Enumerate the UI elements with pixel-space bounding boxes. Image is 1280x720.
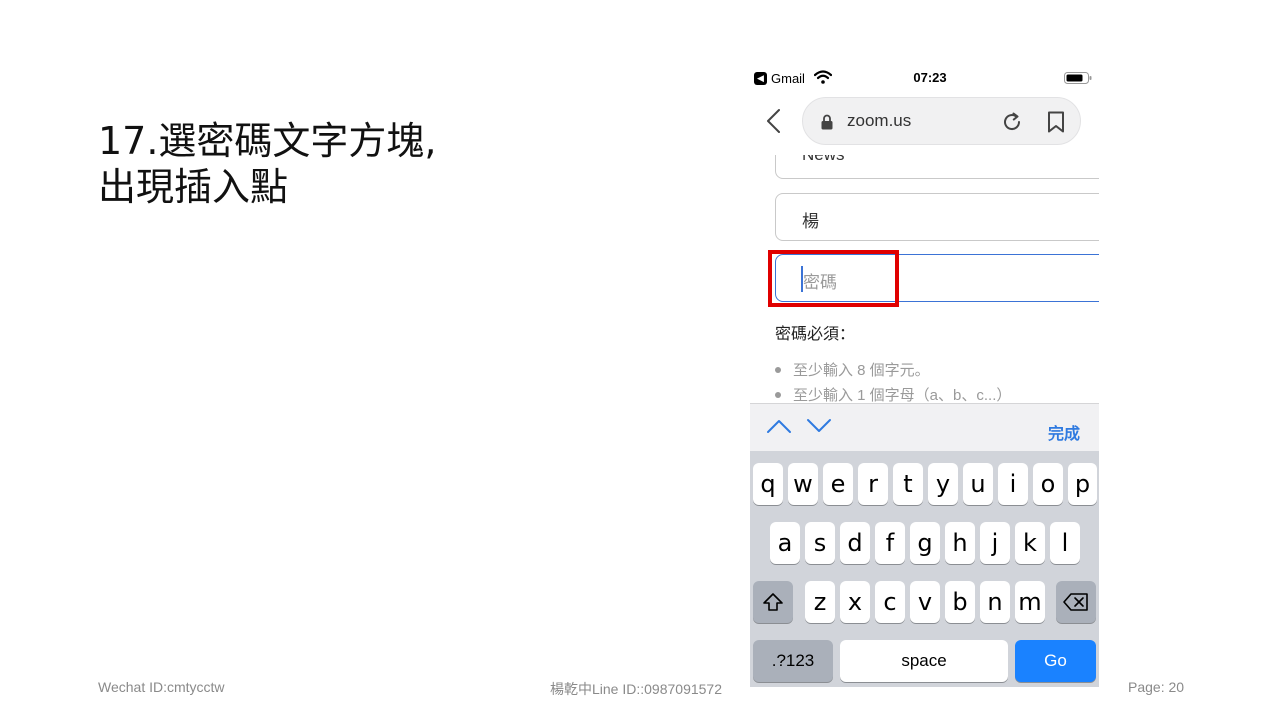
key-t[interactable]: t	[893, 463, 923, 505]
key-w[interactable]: w	[788, 463, 818, 505]
key-n[interactable]: n	[980, 581, 1010, 623]
url-text: zoom.us	[847, 111, 912, 130]
key-k[interactable]: k	[1015, 522, 1045, 564]
phone-screenshot: ◀ Gmail 07:23 zoom.us 楊 密碼 密碼必須： 至少輸入 8 …	[750, 63, 1099, 687]
bullet-icon	[775, 391, 781, 398]
browser-toolbar: zoom.us	[750, 95, 1099, 151]
keyboard: q w e r t y u i o p a s d f g h j k l z …	[750, 451, 1099, 687]
status-bar: ◀ Gmail 07:23	[750, 63, 1099, 93]
key-y[interactable]: y	[928, 463, 958, 505]
space-key[interactable]: space	[840, 640, 1008, 682]
footer-line-id: 楊乾中Line ID::0987091572	[550, 681, 722, 697]
news-field-value: News	[802, 155, 845, 165]
delete-key[interactable]	[1056, 581, 1096, 623]
shift-key[interactable]	[753, 581, 793, 623]
key-r[interactable]: r	[858, 463, 888, 505]
key-p[interactable]: p	[1068, 463, 1097, 505]
back-app-icon: ◀	[754, 72, 767, 85]
done-button[interactable]: 完成	[1048, 420, 1080, 444]
key-e[interactable]: e	[823, 463, 853, 505]
key-z[interactable]: z	[805, 581, 835, 623]
key-h[interactable]: h	[945, 522, 975, 564]
key-o[interactable]: o	[1033, 463, 1063, 505]
battery-icon	[1064, 72, 1092, 84]
numbers-key[interactable]: .?123	[753, 640, 833, 682]
next-field-icon[interactable]	[806, 418, 832, 434]
password-rule-text: 至少輸入 1 個字母（a、b、c...）	[793, 387, 1012, 403]
previous-field-icon[interactable]	[766, 418, 792, 434]
slide-title: 17.選密碼文字方塊, 出現插入點	[98, 118, 658, 210]
wifi-icon	[814, 70, 832, 84]
key-v[interactable]: v	[910, 581, 940, 623]
name-field-value: 楊	[802, 212, 819, 231]
bullet-icon	[775, 366, 781, 373]
page-content: News 楊 密碼 密碼必須： 至少輸入 8 個字元。 至少輸入 1 個字母（a…	[750, 155, 1099, 403]
password-rules-title: 密碼必須：	[775, 326, 856, 343]
key-q[interactable]: q	[753, 463, 783, 505]
key-d[interactable]: d	[840, 522, 870, 564]
shift-icon	[763, 593, 783, 611]
backspace-icon	[1063, 593, 1088, 611]
key-j[interactable]: j	[980, 522, 1010, 564]
go-key[interactable]: Go	[1015, 640, 1096, 682]
password-rule-text: 至少輸入 8 個字元。	[793, 362, 930, 379]
chevron-left-icon[interactable]	[764, 108, 786, 134]
key-c[interactable]: c	[875, 581, 905, 623]
key-b[interactable]: b	[945, 581, 975, 623]
key-m[interactable]: m	[1015, 581, 1045, 623]
bookmark-icon[interactable]	[1047, 111, 1065, 133]
key-s[interactable]: s	[805, 522, 835, 564]
footer-wechat: Wechat ID:cmtyсctw	[98, 679, 225, 695]
key-l[interactable]: l	[1050, 522, 1080, 564]
lock-icon	[821, 114, 833, 130]
reload-icon[interactable]	[1001, 111, 1023, 133]
address-bar[interactable]: zoom.us	[802, 97, 1081, 145]
back-app-label: Gmail	[771, 71, 805, 86]
key-f[interactable]: f	[875, 522, 905, 564]
footer-page-number: Page: 20	[1128, 679, 1185, 695]
name-field[interactable]: 楊	[775, 193, 1099, 241]
password-rule: 至少輸入 1 個字母（a、b、c...）	[775, 384, 1011, 403]
key-a[interactable]: a	[770, 522, 800, 564]
key-x[interactable]: x	[840, 581, 870, 623]
key-i[interactable]: i	[998, 463, 1028, 505]
password-rule: 至少輸入 8 個字元。	[775, 359, 930, 380]
news-field[interactable]: News	[775, 155, 1099, 179]
keyboard-accessory-bar: 完成	[750, 403, 1099, 451]
back-to-app-button[interactable]: ◀ Gmail	[754, 71, 805, 86]
key-u[interactable]: u	[963, 463, 993, 505]
status-time: 07:23	[913, 70, 947, 85]
highlight-box	[768, 250, 899, 307]
slide-title-line-2: 出現插入點	[98, 165, 289, 209]
slide-title-line-1: 17.選密碼文字方塊,	[98, 119, 437, 163]
key-g[interactable]: g	[910, 522, 940, 564]
